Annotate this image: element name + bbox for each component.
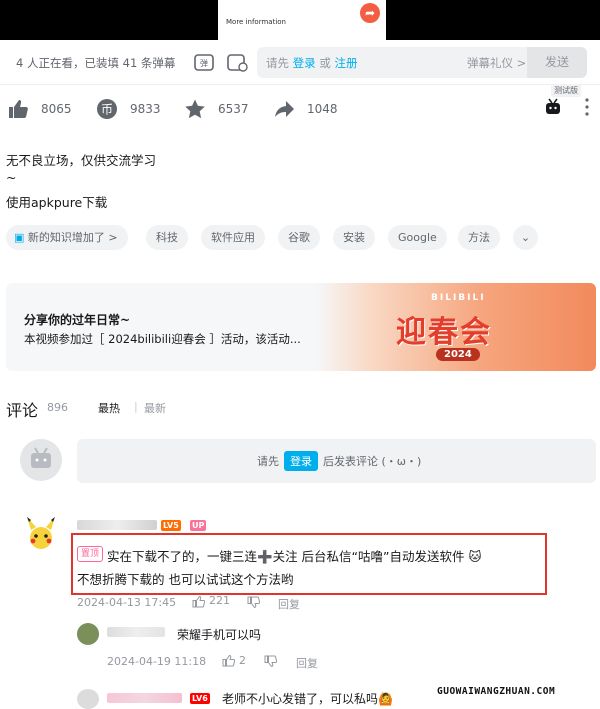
description-line: 无不良立场，仅供交流学习 — [6, 153, 157, 168]
reply-avatar[interactable] — [77, 623, 99, 645]
favorite-button[interactable]: 6537 — [184, 96, 249, 122]
more-options-icon[interactable] — [585, 97, 589, 117]
watermark: GUOWAIWANGZHUAN.COM — [437, 686, 556, 697]
danmaku-input[interactable]: 请先 登录 或 注册 弹幕礼仪 > 发送 — [257, 47, 587, 78]
svg-text:币: 币 — [101, 103, 113, 117]
comment-reply-button[interactable]: 回复 — [278, 596, 300, 612]
sort-divider: | — [134, 400, 138, 413]
sort-hot-tab[interactable]: 最热 — [98, 400, 120, 416]
pikachu-avatar-icon[interactable] — [22, 514, 60, 552]
trial-badge: 测试版 — [551, 84, 581, 97]
reply-time: 2024-04-19 11:18 — [107, 655, 207, 668]
reply-like-count: 2 — [239, 654, 246, 667]
tag-item[interactable]: 谷歌 — [278, 225, 320, 250]
favorite-count: 6537 — [218, 102, 249, 116]
svg-text:弹: 弹 — [200, 58, 208, 68]
reply-like-icon[interactable] — [222, 654, 235, 667]
share-count: 1048 — [307, 102, 338, 116]
comment-login-button[interactable]: 登录 — [284, 451, 318, 471]
event-banner[interactable]: 分享你的过年日常~ 本视频参加过［ 2024bilibili迎春会 ］活动，该活… — [6, 283, 596, 371]
share-arrow-icon — [275, 101, 294, 117]
comment-like-count: 221 — [209, 594, 230, 607]
default-avatar-icon — [20, 439, 62, 481]
comment-login-prompt: 请先 登录 后发表评论 (・ω・) — [257, 451, 421, 471]
danmaku-etiquette-link[interactable]: 弹幕礼仪 > — [467, 55, 526, 71]
reply-username-blurred[interactable] — [107, 693, 182, 703]
reply-text: 老师不小心发错了，可以私吗🙆 — [222, 692, 393, 706]
video-text: More information — [226, 18, 286, 26]
sort-new-tab[interactable]: 最新 — [144, 400, 166, 416]
coin-count: 9833 — [130, 102, 161, 116]
video-frame: More information ➦ — [218, 0, 386, 40]
like-count: 8065 — [41, 102, 72, 116]
description-line: 使用apkpure下载 — [6, 195, 108, 210]
thumb-up-icon — [9, 100, 28, 118]
banner-art-brand: BILIBILI — [431, 293, 486, 303]
tag-label: 新的知识增加了 > — [27, 231, 118, 244]
reply-avatar[interactable] — [77, 689, 99, 709]
danmaku-settings-icon[interactable] — [226, 51, 248, 73]
banner-art-title: 迎春会 — [396, 315, 492, 350]
reply-reply-button[interactable]: 回复 — [296, 655, 318, 671]
comment-dislike-icon[interactable] — [247, 596, 260, 609]
banner-subtitle: 本视频参加过［ 2024bilibili迎春会 ］活动，该活动... — [24, 332, 301, 346]
prompt-prefix: 请先 — [266, 56, 289, 70]
coin-button[interactable]: 币 9833 — [96, 96, 161, 122]
pinned-badge: 置顶 — [77, 546, 104, 562]
username-blurred[interactable] — [77, 520, 157, 530]
up-badge: UP — [190, 520, 207, 531]
like-button[interactable]: 8065 — [7, 96, 72, 122]
comment-time: 2024-04-13 17:45 — [77, 596, 177, 609]
share-button[interactable]: 1048 — [273, 96, 338, 122]
description-line: ~ — [6, 170, 17, 185]
login-suffix: 后发表评论 (・ω・) — [323, 455, 422, 468]
star-icon — [185, 99, 205, 119]
danmaku-bar: 4 人正在看，已装填 41 条弹幕 弹 请先 登录 或 注册 弹幕礼仪 > 发送 — [0, 40, 600, 85]
comment-text: 不想折腾下载的 也可以试试这个方法哟 — [77, 572, 294, 587]
comment-like-icon[interactable] — [192, 595, 205, 608]
comments-title: 评论 — [6, 401, 39, 420]
viewer-status: 4 人正在看，已装填 41 条弹幕 — [16, 56, 176, 70]
bilibili-tv-icon[interactable] — [544, 98, 562, 116]
level-badge: LV5 — [161, 520, 181, 531]
reply-text: 荣耀手机可以吗 — [177, 628, 262, 642]
tag-item[interactable]: 安装 — [333, 225, 375, 250]
tag-item[interactable]: 软件应用 — [201, 225, 265, 250]
reply-username-blurred[interactable] — [107, 627, 165, 637]
or-text: 或 — [319, 56, 331, 70]
danmaku-toggle-icon[interactable]: 弹 — [193, 51, 215, 73]
tags-expand-chevron-icon[interactable]: ⌄ — [513, 225, 538, 250]
share-fab-icon: ➦ — [360, 3, 380, 23]
banner-title: 分享你的过年日常~ — [24, 313, 131, 327]
comments-count: 896 — [47, 401, 68, 414]
tag-item[interactable]: 科技 — [146, 225, 188, 250]
tag-topic[interactable]: ▣ 新的知识增加了 > — [6, 225, 128, 250]
comment-input-box[interactable]: 请先 登录 后发表评论 (・ω・) — [77, 439, 596, 483]
danmaku-login-prompt: 请先 登录 或 注册 — [266, 55, 357, 71]
banner-artwork: BILIBILI 迎春会 2024 — [316, 283, 596, 371]
banner-art-year: 2024 — [436, 348, 480, 361]
register-link[interactable]: 注册 — [334, 56, 357, 70]
reply-dislike-icon[interactable] — [264, 655, 277, 668]
danmaku-send-button[interactable]: 发送 — [527, 47, 587, 78]
login-link[interactable]: 登录 — [293, 56, 316, 70]
video-player[interactable]: More information ➦ — [0, 0, 600, 40]
comment-text: 实在下载不了的，一键三连➕关注 后台私信“咕噜”自动发送软件 🐱 — [107, 549, 482, 564]
coin-icon: 币 — [97, 99, 117, 119]
tag-item[interactable]: Google — [388, 225, 447, 250]
level-badge: LV6 — [190, 693, 210, 704]
tag-item[interactable]: 方法 — [458, 225, 500, 250]
login-prefix: 请先 — [257, 455, 279, 468]
topic-icon: ▣ — [14, 231, 25, 244]
